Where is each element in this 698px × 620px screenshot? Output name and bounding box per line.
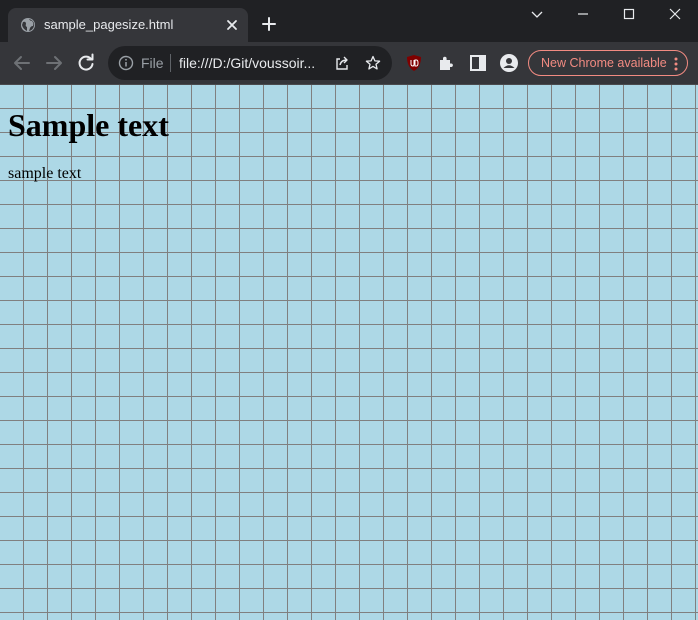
profile-icon[interactable]: [500, 54, 518, 72]
share-icon[interactable]: [334, 55, 350, 71]
more-vert-icon[interactable]: [670, 57, 682, 71]
toolbar: File file:///D:/Git/voussoir... New Chro…: [0, 42, 698, 84]
globe-icon: [21, 18, 35, 32]
maximize-button[interactable]: [606, 0, 652, 30]
update-label: New Chrome available: [541, 56, 667, 70]
active-tab[interactable]: sample_pagesize.html: [8, 8, 248, 42]
maximize-icon: [623, 8, 635, 20]
scheme-chip: File: [141, 55, 164, 71]
reload-icon[interactable]: [76, 53, 96, 73]
omnibox-separator: [170, 54, 171, 72]
address-bar[interactable]: File file:///D:/Git/voussoir...: [108, 46, 392, 80]
info-icon[interactable]: [118, 55, 134, 71]
new-chrome-available-button[interactable]: New Chrome available: [528, 50, 688, 76]
page-heading: Sample text: [8, 107, 169, 143]
minimize-button[interactable]: [560, 0, 606, 30]
chevron-down-icon: [531, 11, 543, 18]
tab-search-button[interactable]: [514, 0, 560, 30]
page-viewport: Sample text sample text: [0, 85, 698, 620]
title-bar: sample_pagesize.html: [0, 0, 698, 42]
plus-icon[interactable]: [261, 16, 277, 32]
minimize-icon: [578, 13, 588, 15]
page-paragraph: sample text: [8, 165, 82, 182]
url-text[interactable]: file:///D:/Git/voussoir...: [179, 55, 325, 71]
forward-arrow-icon[interactable]: [44, 53, 64, 73]
window-close-button[interactable]: [652, 0, 698, 30]
window-close-icon: [669, 8, 681, 20]
side-panel-icon[interactable]: [469, 54, 487, 72]
tab-title: sample_pagesize.html: [44, 17, 174, 32]
close-icon[interactable]: [225, 18, 239, 32]
star-icon[interactable]: [365, 55, 381, 71]
extensions-icon[interactable]: [437, 54, 455, 72]
ublock-icon[interactable]: [405, 54, 423, 72]
back-arrow-icon[interactable]: [12, 53, 32, 73]
